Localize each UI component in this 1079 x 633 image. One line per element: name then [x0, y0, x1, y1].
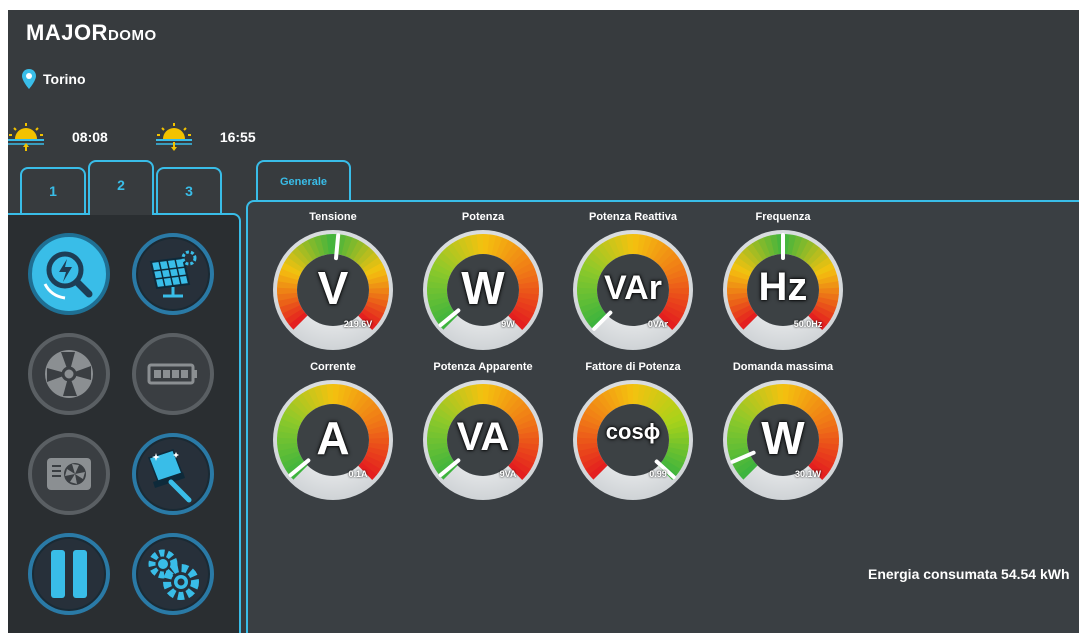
window-cleaner-icon: [148, 449, 192, 503]
gauge-unit-symbol: W: [761, 412, 805, 465]
gauge-unit-symbol: A: [316, 412, 350, 465]
solar-panel-icon: [149, 250, 197, 298]
battery-icon: [147, 363, 197, 385]
gauge: Hz 50.0Hz: [720, 227, 846, 350]
logo-sub: DOMO: [107, 27, 157, 44]
fan-button[interactable]: [28, 333, 110, 415]
pause-button[interactable]: [28, 533, 110, 615]
energy-label: Energia consumata: [868, 566, 998, 582]
window-cleaner-button[interactable]: [132, 433, 214, 515]
gauge-title: Corrente: [310, 361, 356, 373]
energy-monitor-button[interactable]: [28, 233, 110, 315]
gauge-unit-symbol: W: [461, 262, 505, 315]
pause-icon: [51, 550, 87, 598]
energy-consumed: Energia consumata 54.54 kWh: [868, 566, 1070, 582]
sunset-icon: [155, 123, 192, 151]
gauge-unit-symbol: Hz: [758, 265, 808, 310]
gauge-title: Domanda massima: [732, 361, 834, 373]
sunrise-icon: [8, 123, 44, 151]
gauge-needle: [334, 233, 341, 261]
device-panel: [8, 213, 241, 633]
solar-panel-button[interactable]: [132, 233, 214, 315]
gauge-value: 50.0Hz: [793, 319, 823, 329]
gauge-title: Potenza Reattiva: [588, 211, 678, 223]
gauge-value: 0.1A: [348, 469, 368, 479]
tab-1[interactable]: 1: [20, 167, 86, 213]
gauge: W 30.1W: [720, 377, 846, 500]
tab-2[interactable]: 2: [88, 160, 154, 215]
gauge-value: 9W: [501, 319, 515, 329]
location[interactable]: Torino: [22, 69, 86, 89]
app-logo: MAJORDOMO: [26, 20, 157, 46]
gauge: A 0.1A: [270, 377, 396, 500]
settings-button[interactable]: [132, 533, 214, 615]
city-name: Torino: [43, 71, 86, 87]
sunset-time: 16:55: [219, 129, 256, 145]
gauge-title: Tensione: [309, 211, 357, 223]
gauge-unit-symbol: cosϕ: [605, 419, 661, 444]
gauge: VAr 0VAr: [570, 227, 696, 350]
gauge: cosϕ 0.99: [570, 377, 696, 500]
location-pin-icon: [22, 69, 36, 89]
gauge: W 9W: [420, 227, 546, 350]
tab-generale[interactable]: Generale: [256, 160, 351, 202]
gauge-value: 219.6V: [343, 319, 373, 329]
gauge-unit-symbol: V: [317, 262, 349, 315]
tab-3[interactable]: 3: [156, 167, 222, 213]
logo-main: MAJOR: [26, 20, 108, 45]
battery-button[interactable]: [132, 333, 214, 415]
tab-3-label: 3: [185, 183, 193, 199]
air-conditioner-icon: [47, 458, 91, 490]
app-window: MAJORDOMO Torino 08:08 16:55 1 2 3 Gener…: [8, 10, 1079, 633]
gauge-value: 0VAr: [647, 319, 669, 329]
gauge-unit-symbol: VA: [456, 415, 510, 460]
gauge-value: 9VA: [499, 469, 517, 479]
gauge: VA 9VA: [420, 377, 546, 500]
gauge-value: 0.99: [649, 469, 667, 479]
tab-generale-label: Generale: [279, 176, 328, 188]
gauge: V 219.6V: [270, 227, 396, 350]
gauge-title: Fattore di Potenza: [585, 361, 681, 373]
air-conditioner-button[interactable]: [28, 433, 110, 515]
tab-1-label: 1: [49, 183, 57, 199]
fan-icon: [45, 350, 93, 398]
gauge-title: Frequenza: [755, 211, 811, 223]
energy-monitor-icon: [43, 251, 93, 300]
sunrise-time: 08:08: [72, 129, 108, 145]
gauge-value: 30.1W: [794, 469, 821, 479]
sun-times: 08:08 16:55: [8, 123, 304, 151]
energy-value: 54.54: [1001, 566, 1037, 582]
tab-2-label: 2: [117, 177, 125, 193]
gauge-title: Potenza Apparente: [433, 361, 533, 373]
gauge-title: Potenza: [461, 211, 505, 223]
settings-gears-icon: [148, 549, 199, 600]
energy-unit: kWh: [1039, 566, 1070, 582]
gauge-unit-symbol: VAr: [604, 268, 662, 307]
